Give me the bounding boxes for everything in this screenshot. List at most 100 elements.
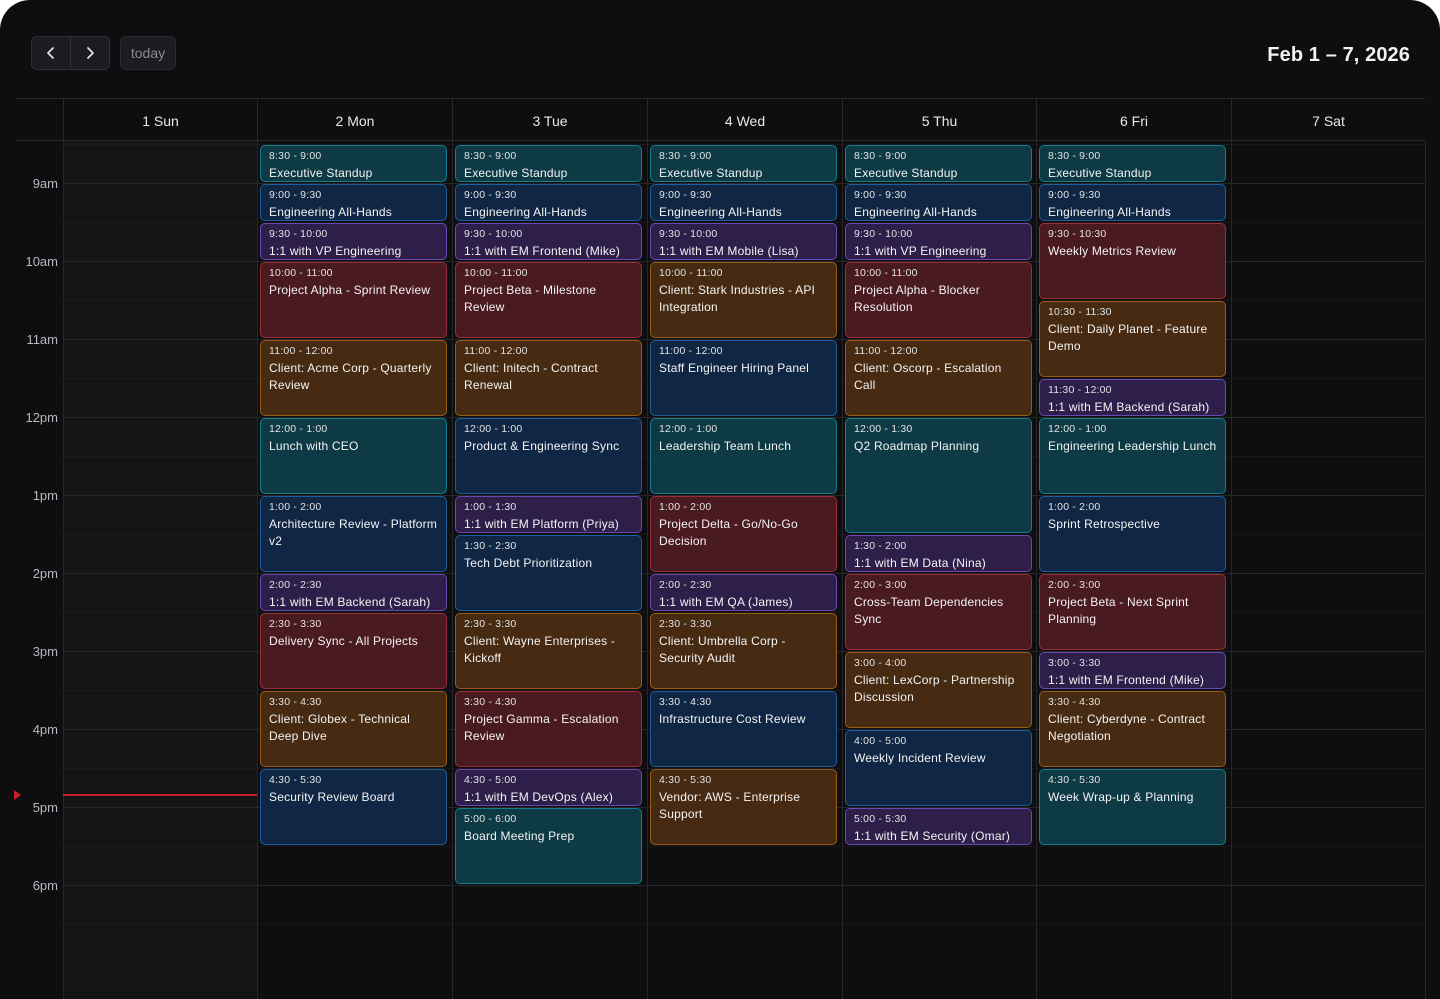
calendar-event[interactable]: 8:30 - 9:00 Executive Standup (650, 145, 837, 182)
calendar-event[interactable]: 5:00 - 6:00 Board Meeting Prep (455, 808, 642, 884)
half-hour-line (63, 846, 1425, 847)
calendar-event[interactable]: 2:30 - 3:30 Client: Umbrella Corp - Secur… (650, 613, 837, 689)
calendar-event[interactable]: 12:00 - 1:00 Product & Engineering Sync (455, 418, 642, 494)
calendar-event[interactable]: 10:00 - 11:00 Project Alpha - Sprint Revi… (260, 262, 447, 338)
calendar-event[interactable]: 8:30 - 9:00 Executive Standup (455, 145, 642, 182)
day-header-row: 1 Sun 2 Mon 3 Tue 4 Wed 5 Thu 6 Fri 7 Sat (16, 98, 1425, 142)
calendar-event[interactable]: 9:00 - 9:30 Engineering All-Hands (455, 184, 642, 221)
event-time: 1:30 - 2:00 (854, 540, 907, 552)
calendar-event[interactable]: 9:30 - 10:30 Weekly Metrics Review (1039, 223, 1226, 299)
event-title: Week Wrap-up & Planning (1048, 790, 1194, 804)
calendar-event[interactable]: 1:00 - 2:00 Architecture Review - Platfor… (260, 496, 447, 572)
event-title: Project Delta - Go/No-Go Decision (659, 517, 798, 548)
sunday-column (64, 141, 257, 999)
calendar-event[interactable]: 11:00 - 12:00 Client: Initech - Contract … (455, 340, 642, 416)
hour-label-4pm: 4pm (32, 722, 58, 737)
event-title: Executive Standup (464, 166, 568, 180)
calendar-event[interactable]: 11:30 - 12:00 1:1 with EM Backend (Sarah) (1039, 379, 1226, 416)
hour-label-11am: 11am (26, 332, 58, 347)
event-title: Infrastructure Cost Review (659, 712, 806, 726)
calendar-event[interactable]: 9:30 - 10:00 1:1 with EM Frontend (Mike) (455, 223, 642, 260)
calendar-event[interactable]: 8:30 - 9:00 Executive Standup (1039, 145, 1226, 182)
next-week-button[interactable] (70, 37, 109, 69)
calendar-event[interactable]: 9:00 - 9:30 Engineering All-Hands (845, 184, 1032, 221)
calendar-event[interactable]: 3:30 - 4:30 Infrastructure Cost Review (650, 691, 837, 767)
event-time: 4:30 - 5:30 (1048, 774, 1101, 786)
calendar-event[interactable]: 9:00 - 9:30 Engineering All-Hands (1039, 184, 1226, 221)
calendar-event[interactable]: 1:30 - 2:00 1:1 with EM Data (Nina) (845, 535, 1032, 572)
event-title: Client: Wayne Enterprises - Kickoff (464, 634, 616, 665)
calendar-event[interactable]: 4:30 - 5:30 Week Wrap-up & Planning (1039, 769, 1226, 845)
event-title: Lunch with CEO (269, 439, 359, 453)
calendar-event[interactable]: 4:30 - 5:00 1:1 with EM DevOps (Alex) (455, 769, 642, 806)
calendar-event[interactable]: 1:00 - 1:30 1:1 with EM Platform (Priya) (455, 496, 642, 533)
event-time: 3:30 - 4:30 (269, 696, 322, 708)
calendar-event[interactable]: 3:30 - 4:30 Client: Globex - Technical De… (260, 691, 447, 767)
event-time: 9:30 - 10:00 (464, 228, 523, 240)
calendar-event[interactable]: 10:00 - 11:00 Project Beta - Milestone Re… (455, 262, 642, 338)
calendar-event[interactable]: 9:00 - 9:30 Engineering All-Hands (650, 184, 837, 221)
calendar-event[interactable]: 4:00 - 5:00 Weekly Incident Review (845, 730, 1032, 806)
calendar-toolbar: today Feb 1 – 7, 2026 (0, 0, 1440, 98)
calendar-event[interactable]: 3:30 - 4:30 Client: Cyberdyne - Contract … (1039, 691, 1226, 767)
calendar-event[interactable]: 10:00 - 11:00 Client: Stark Industries - … (650, 262, 837, 338)
event-title: 1:1 with EM Security (Omar) (854, 829, 1011, 843)
event-time: 2:00 - 2:30 (269, 579, 322, 591)
event-time: 9:00 - 9:30 (464, 189, 517, 201)
calendar-event[interactable]: 3:30 - 4:30 Project Gamma - Escalation Re… (455, 691, 642, 767)
calendar-event[interactable]: 3:00 - 3:30 1:1 with EM Frontend (Mike) (1039, 652, 1226, 689)
event-time: 11:00 - 12:00 (269, 345, 333, 357)
today-button[interactable]: today (120, 36, 176, 70)
calendar-event[interactable]: 12:00 - 1:00 Lunch with CEO (260, 418, 447, 494)
event-time: 10:00 - 11:00 (854, 267, 918, 279)
calendar-event[interactable]: 5:00 - 5:30 1:1 with EM Security (Omar) (845, 808, 1032, 845)
calendar-event[interactable]: 12:00 - 1:30 Q2 Roadmap Planning (845, 418, 1032, 533)
event-time: 9:00 - 9:30 (1048, 189, 1101, 201)
event-time: 1:00 - 1:30 (464, 501, 517, 513)
hour-label-10am: 10am (25, 254, 58, 269)
calendar-event[interactable]: 8:30 - 9:00 Executive Standup (260, 145, 447, 182)
calendar-event[interactable]: 4:30 - 5:30 Security Review Board (260, 769, 447, 845)
calendar-event[interactable]: 12:00 - 1:00 Leadership Team Lunch (650, 418, 837, 494)
event-title: Executive Standup (269, 166, 373, 180)
calendar-event[interactable]: 3:00 - 4:00 Client: LexCorp - Partnership… (845, 652, 1032, 728)
event-time: 9:30 - 10:00 (659, 228, 718, 240)
column-divider (647, 141, 648, 999)
calendar-event[interactable]: 11:00 - 12:00 Staff Engineer Hiring Panel (650, 340, 837, 416)
calendar-event[interactable]: 11:00 - 12:00 Client: Acme Corp - Quarter… (260, 340, 447, 416)
calendar-event[interactable]: 1:00 - 2:00 Project Delta - Go/No-Go Deci… (650, 496, 837, 572)
event-time: 9:00 - 9:30 (269, 189, 322, 201)
calendar-event[interactable]: 1:00 - 2:00 Sprint Retrospective (1039, 496, 1226, 572)
calendar-event[interactable]: 9:30 - 10:00 1:1 with VP Engineering (845, 223, 1032, 260)
hour-label-5pm: 5pm (32, 800, 58, 815)
calendar-event[interactable]: 2:00 - 2:30 1:1 with EM Backend (Sarah) (260, 574, 447, 611)
calendar-event[interactable]: 8:30 - 9:00 Executive Standup (845, 145, 1032, 182)
time-grid[interactable]: 8am9am10am11am12pm1pm2pm3pm4pm5pm6pm8:30… (0, 141, 1440, 999)
calendar-event[interactable]: 2:00 - 2:30 1:1 with EM QA (James) (650, 574, 837, 611)
calendar-event[interactable]: 10:00 - 11:00 Project Alpha - Blocker Res… (845, 262, 1032, 338)
event-time: 12:00 - 1:00 (1048, 423, 1107, 435)
calendar-event[interactable]: 2:00 - 3:00 Project Beta - Next Sprint Pl… (1039, 574, 1226, 650)
calendar-event[interactable]: 2:30 - 3:30 Client: Wayne Enterprises - K… (455, 613, 642, 689)
event-title: Engineering All-Hands (269, 205, 392, 219)
event-title: Engineering Leadership Lunch (1048, 439, 1217, 453)
calendar-event[interactable]: 9:30 - 10:00 1:1 with VP Engineering (260, 223, 447, 260)
calendar-event[interactable]: 12:00 - 1:00 Engineering Leadership Lunch (1039, 418, 1226, 494)
column-divider (63, 141, 64, 999)
event-time: 9:30 - 10:30 (1048, 228, 1107, 240)
calendar-event[interactable]: 11:00 - 12:00 Client: Oscorp - Escalation… (845, 340, 1032, 416)
calendar-event[interactable]: 10:30 - 11:30 Client: Daily Planet - Feat… (1039, 301, 1226, 377)
event-title: Project Beta - Next Sprint Planning (1048, 595, 1189, 626)
calendar-event[interactable]: 9:30 - 10:00 1:1 with EM Mobile (Lisa) (650, 223, 837, 260)
current-time-marker-icon (14, 790, 21, 800)
calendar-event[interactable]: 9:00 - 9:30 Engineering All-Hands (260, 184, 447, 221)
event-title: Client: Globex - Technical Deep Dive (269, 712, 411, 743)
calendar-event[interactable]: 2:30 - 3:30 Delivery Sync - All Projects (260, 613, 447, 689)
calendar-event[interactable]: 4:30 - 5:30 Vendor: AWS - Enterprise Supp… (650, 769, 837, 845)
event-title: Client: Oscorp - Escalation Call (854, 361, 1002, 392)
column-divider (1036, 141, 1037, 999)
prev-week-button[interactable] (32, 37, 70, 69)
calendar-event[interactable]: 2:00 - 3:00 Cross-Team Dependencies Sync (845, 574, 1032, 650)
calendar-event[interactable]: 1:30 - 2:30 Tech Debt Prioritization (455, 535, 642, 611)
event-time: 3:00 - 3:30 (1048, 657, 1101, 669)
